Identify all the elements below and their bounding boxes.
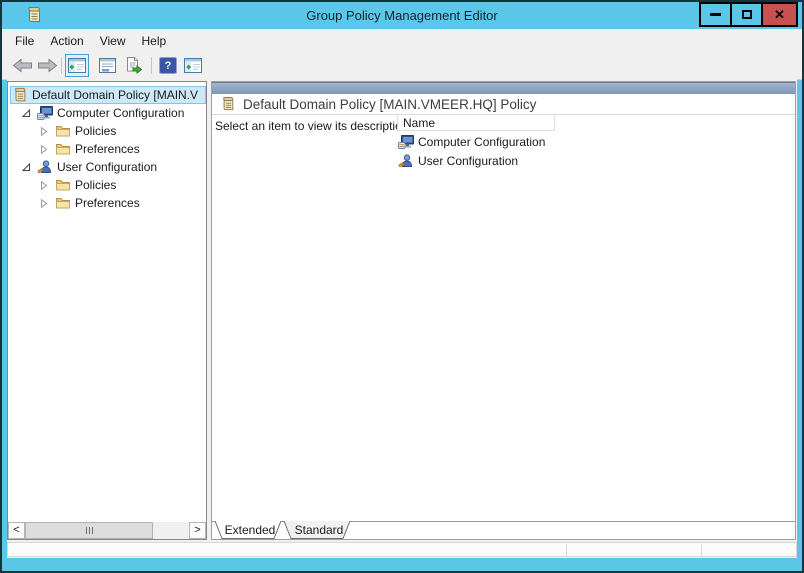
folder-icon (55, 195, 71, 211)
console-tree-pane: Default Domain Policy [MAIN.V Computer C… (7, 81, 207, 540)
computer-icon (398, 134, 414, 150)
user-icon (398, 153, 414, 169)
menu-action[interactable]: Action (42, 31, 91, 51)
properties-icon (98, 58, 116, 73)
results-header: Default Domain Policy [MAIN.VMEER.HQ] Po… (212, 94, 795, 114)
results-header-band (212, 82, 795, 94)
description-text: Select an item to view its description. (215, 119, 412, 133)
column-header-label: Name (403, 115, 436, 130)
tree-item-label: Policies (75, 124, 117, 138)
menu-bar: File Action View Help (2, 29, 802, 52)
tree-item-computer-policies[interactable]: Policies (8, 122, 206, 140)
tree-item-user-preferences[interactable]: Preferences (8, 194, 206, 212)
tab-extended[interactable]: Extended (222, 523, 278, 537)
folder-icon (55, 177, 71, 193)
tree-horizontal-scrollbar[interactable]: < > (8, 522, 206, 539)
console-tree: Default Domain Policy [MAIN.V Computer C… (8, 86, 206, 212)
collapsed-twisty-icon[interactable] (40, 126, 49, 136)
list-item-computer-configuration[interactable]: Computer Configuration (398, 132, 545, 151)
expanded-twisty-icon[interactable] (22, 162, 31, 172)
minimize-icon (710, 13, 721, 16)
collapsed-twisty-icon[interactable] (40, 144, 49, 154)
statusbar-separator (566, 544, 567, 556)
tree-item-computer-preferences[interactable]: Preferences (8, 140, 206, 158)
close-icon: ✕ (774, 7, 785, 22)
gpo-scroll-icon (12, 87, 28, 103)
user-icon (37, 159, 53, 175)
status-bar (7, 542, 797, 557)
close-button[interactable]: ✕ (763, 4, 796, 25)
action-pane-icon (184, 58, 202, 73)
scrollbar-thumb[interactable] (25, 522, 153, 539)
minimize-button[interactable] (701, 4, 730, 25)
help-icon: ? (159, 57, 177, 74)
back-button[interactable] (10, 54, 34, 77)
menu-file[interactable]: File (7, 31, 42, 51)
show-action-pane-button[interactable] (181, 54, 205, 77)
computer-icon (37, 105, 53, 121)
results-pane-title: Default Domain Policy [MAIN.VMEER.HQ] Po… (243, 96, 537, 112)
tree-item-label: Policies (75, 178, 117, 192)
tree-item-user-policies[interactable]: Policies (8, 176, 206, 194)
help-button[interactable]: ? (156, 54, 180, 77)
scroll-right-button[interactable]: > (189, 522, 206, 539)
menu-view[interactable]: View (92, 31, 134, 51)
tab-standard[interactable]: Standard (290, 523, 348, 537)
forward-button[interactable] (35, 54, 59, 77)
title-bar[interactable]: Group Policy Management Editor ✕ (2, 2, 802, 29)
window-controls: ✕ (699, 2, 798, 27)
tree-item-user-configuration[interactable]: User Configuration (8, 158, 206, 176)
window-title: Group Policy Management Editor (306, 8, 498, 23)
tree-item-label: Default Domain Policy [MAIN.V (32, 88, 199, 102)
folder-icon (55, 123, 71, 139)
collapsed-twisty-icon[interactable] (40, 180, 49, 190)
tree-item-label: Computer Configuration (57, 106, 185, 120)
show-console-tree-button[interactable] (65, 54, 89, 77)
results-pane: Default Domain Policy [MAIN.VMEER.HQ] Po… (211, 81, 796, 540)
toolbar: ? (2, 52, 802, 80)
tree-item-label: Preferences (75, 196, 140, 210)
menu-help[interactable]: Help (134, 31, 175, 51)
view-tabstrip: Extended Standard (212, 521, 795, 539)
export-list-button[interactable] (121, 54, 145, 77)
tree-item-label: Preferences (75, 142, 140, 156)
list-item-label: User Configuration (418, 153, 519, 168)
list-item-label: Computer Configuration (418, 134, 546, 149)
tree-item-computer-configuration[interactable]: Computer Configuration (8, 104, 206, 122)
back-arrow-icon (12, 58, 32, 73)
folder-icon (55, 141, 71, 157)
expanded-twisty-icon[interactable] (22, 108, 31, 118)
gpme-window: Group Policy Management Editor ✕ File Ac… (0, 0, 804, 573)
properties-button[interactable] (95, 54, 119, 77)
list-item-user-configuration[interactable]: User Configuration (398, 151, 518, 170)
list-column-header-name[interactable]: Name (397, 114, 555, 131)
export-list-icon (126, 57, 142, 74)
tree-item-default-domain-policy[interactable]: Default Domain Policy [MAIN.V (10, 86, 206, 104)
tree-item-label: User Configuration (57, 160, 158, 174)
forward-arrow-icon (37, 58, 57, 73)
console-tree-icon (68, 58, 86, 73)
scroll-left-button[interactable]: < (8, 522, 25, 539)
statusbar-separator (701, 544, 702, 556)
toolbar-separator (61, 57, 62, 74)
maximize-icon (741, 10, 752, 19)
maximize-button[interactable] (732, 4, 761, 25)
collapsed-twisty-icon[interactable] (40, 198, 49, 208)
gpo-scroll-icon (221, 96, 235, 112)
toolbar-separator (151, 57, 152, 74)
